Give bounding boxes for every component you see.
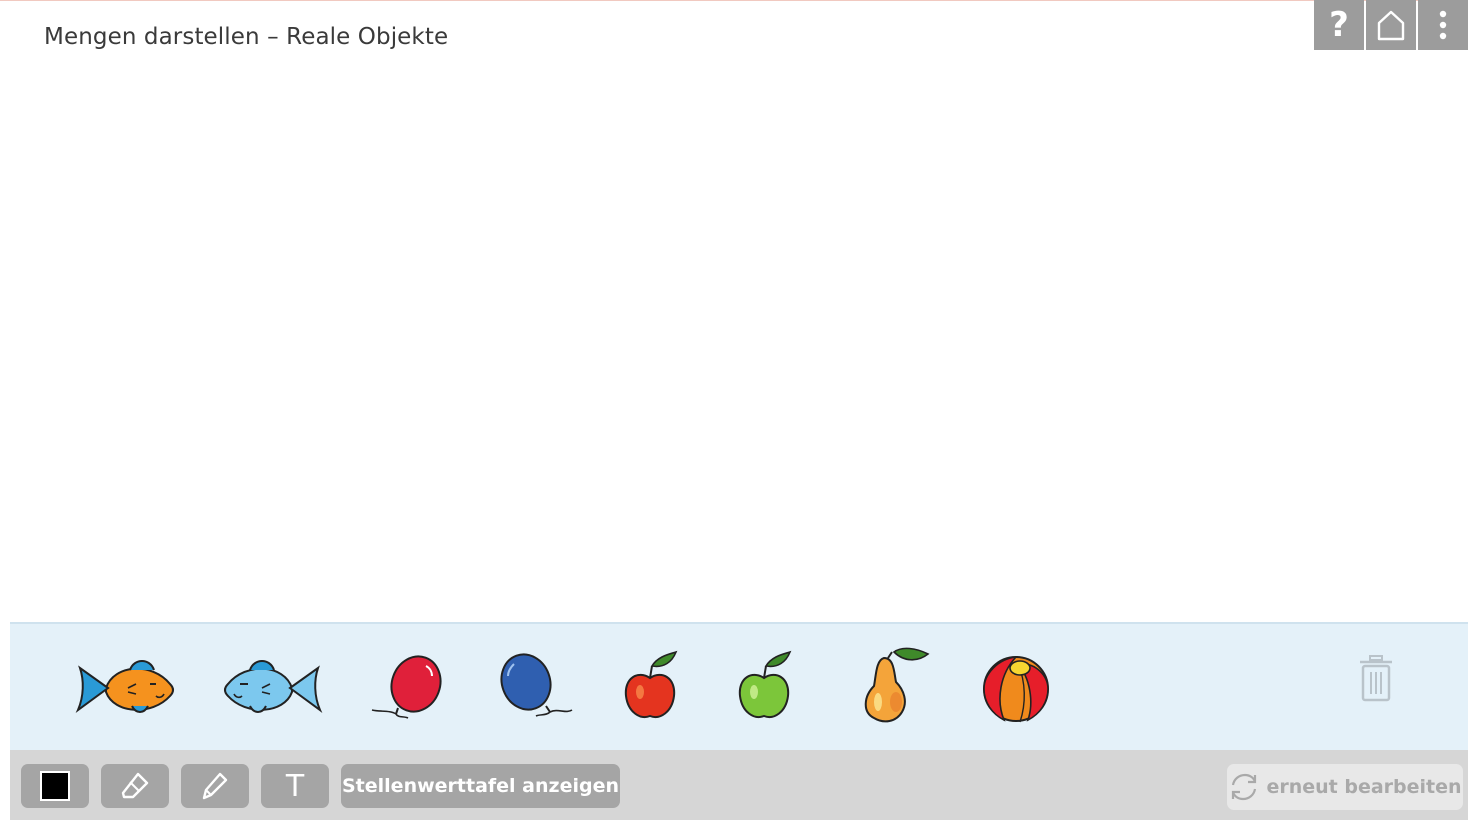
text-tool-button[interactable]: T <box>261 764 329 808</box>
pear-item[interactable] <box>850 646 930 724</box>
pencil-button[interactable] <box>181 764 249 808</box>
drawing-canvas[interactable] <box>0 60 1468 620</box>
top-toolbar: ? <box>1314 0 1468 50</box>
text-tool-icon: T <box>285 768 305 804</box>
bottom-toolbar: T Stellenwerttafel anzeigen erneut bearb… <box>10 750 1468 820</box>
top-accent-line <box>0 0 1468 1</box>
more-vertical-icon <box>1439 10 1447 40</box>
help-icon: ? <box>1329 5 1349 45</box>
pencil-icon <box>202 772 228 800</box>
eraser-button[interactable] <box>101 764 169 808</box>
home-button[interactable] <box>1366 0 1416 50</box>
place-value-table-label: Stellenwerttafel anzeigen <box>342 775 619 797</box>
more-button[interactable] <box>1418 0 1468 50</box>
place-value-table-button[interactable]: Stellenwerttafel anzeigen <box>341 764 620 808</box>
apple-green-item[interactable] <box>734 650 794 722</box>
color-swatch <box>40 771 70 801</box>
trash-icon[interactable] <box>1358 654 1394 704</box>
page-title: Mengen darstellen – Reale Objekte <box>44 24 449 50</box>
object-tray <box>10 622 1468 750</box>
apple-red-item[interactable] <box>620 650 680 722</box>
fish-orange-item[interactable] <box>74 654 178 718</box>
eraser-icon <box>121 772 149 799</box>
home-icon <box>1377 10 1405 41</box>
balloon-blue-item[interactable] <box>496 652 576 720</box>
refresh-icon <box>1232 773 1257 801</box>
color-picker-button[interactable] <box>21 764 89 808</box>
retry-label: erneut bearbeiten <box>1266 776 1462 798</box>
fish-blue-item[interactable] <box>220 654 324 718</box>
ball-item[interactable] <box>980 654 1052 724</box>
retry-button[interactable]: erneut bearbeiten <box>1227 764 1463 810</box>
balloon-red-item[interactable] <box>368 654 448 722</box>
help-button[interactable]: ? <box>1314 0 1364 50</box>
